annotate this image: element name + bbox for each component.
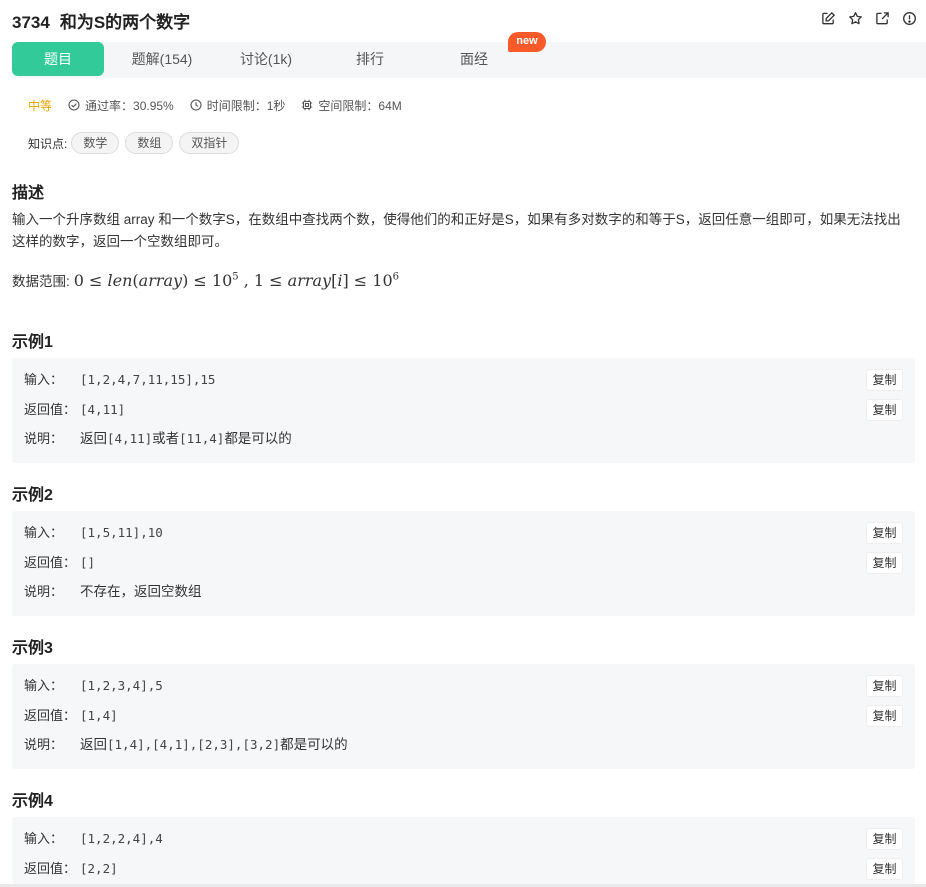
example-input: [1,2,4,7,11,15],15 [80,372,216,387]
time-limit: 时间限制：1秒 [206,98,286,113]
problem-number: 3734 [12,13,50,32]
example-output-row: 返回值： [4,11] [24,400,125,420]
space-limit: 空间限制：64M [318,98,402,113]
explain-label: 说明： [24,431,64,446]
example-3-box: 输入： [1,2,3,4],5 复制 返回值： [1,4] 复制 说明： 返回[1,4… [12,664,915,769]
output-label: 返回值： [24,708,77,723]
knowledge-tags: 知识点: 数学 数组 双指针 [28,132,245,154]
memory-icon [302,99,313,111]
example-input: [1,2,3,4],5 [80,678,163,693]
example-explain: 返回[1,4],[4,1],[2,3],[3,2]都是可以的 [80,737,348,752]
range-formula: 0 ≤ len(array) ≤ 105 , 1 ≤ array[i] ≤ 10… [73,271,400,290]
example-explain-row: 说明： 返回[4,11]或者[11,4]都是可以的 [24,429,292,449]
tag-two-pointers[interactable]: 双指针 [179,132,240,154]
example-1-title: 示例1 [12,334,53,351]
clock-icon [190,99,202,111]
example-1-box: 输入： [1,2,4,7,11,15],15 复制 返回值： [4,11] 复制 说… [12,358,915,463]
example-2-box: 输入： [1,5,11],10 复制 返回值：[] 复制 说明： 不存在，返回空数组 [12,511,915,616]
input-label: 输入： [24,372,64,387]
tab-problem[interactable]: 题目 [12,42,104,76]
example-output: [4,11] [80,402,126,417]
info-icon[interactable] [901,10,918,27]
header-actions [820,10,918,27]
problem-title: 3734 和为S的两个数字 [12,8,190,33]
copy-input-button[interactable]: 复制 [867,829,902,849]
tab-discussion[interactable]: 讨论(1k) [224,42,308,76]
example-output-row: 返回值：[] [24,553,95,573]
edit-icon[interactable] [820,10,837,27]
example-output: [2,2] [80,861,118,876]
copy-output-button[interactable]: 复制 [867,553,902,573]
new-badge: new [508,32,546,52]
example-4-title: 示例4 [12,793,53,810]
example-explain-row: 说明： 返回[1,4],[4,1],[2,3],[3,2]都是可以的 [24,735,348,755]
example-output: [] [80,555,96,570]
example-input-row: 输入： [1,5,11],10 [24,523,163,543]
example-explain-row: 说明： 不存在，返回空数组 [24,582,202,602]
output-label: 返回值： [24,861,77,876]
description-heading: 描述 [12,185,45,202]
tab-ranking[interactable]: 排行 [328,42,412,76]
tag-math[interactable]: 数学 [71,132,120,154]
range-label: 数据范围: [12,274,70,289]
input-label: 输入： [24,678,64,693]
example-input-row: 输入： [1,2,4,7,11,15],15 [24,370,215,390]
input-label: 输入： [24,831,64,846]
copy-output-button[interactable]: 复制 [867,859,902,879]
example-2-title: 示例2 [12,487,53,504]
example-explain: 返回[4,11]或者[11,4]都是可以的 [80,431,292,446]
copy-input-button[interactable]: 复制 [867,676,902,696]
knowledge-label: 知识点: [28,136,68,151]
problem-meta: 中等 通过率：30.95% 时间限制：1秒 空间限制：64M [28,97,418,113]
star-icon[interactable] [847,10,864,27]
problem-name: 和为S的两个数字 [59,13,191,32]
pass-rate: 通过率：30.95% [85,98,174,113]
tab-interview[interactable]: 面经 [432,42,516,76]
output-label: 返回值： [24,555,77,570]
explain-label: 说明： [24,584,64,599]
example-input: [1,2,2,4],4 [80,831,163,846]
problem-header: 3734 和为S的两个数字 [12,8,918,34]
example-output-row: 返回值： [1,4] [24,706,118,726]
data-range: 数据范围: 0 ≤ len(array) ≤ 105 , 1 ≤ array[i… [12,270,399,290]
tab-bar: 题目 题解(154) 讨论(1k) 排行 面经 new [12,32,926,78]
example-input-row: 输入： [1,2,2,4],4 [24,829,163,849]
tag-array[interactable]: 数组 [125,132,174,154]
share-icon[interactable] [874,10,891,27]
example-output-row: 返回值： [2,2] [24,859,118,879]
tab-solutions[interactable]: 题解(154) [118,42,206,76]
check-circle-icon [68,99,80,111]
example-output: [1,4] [80,708,118,723]
copy-output-button[interactable]: 复制 [867,706,902,726]
copy-input-button[interactable]: 复制 [867,523,902,543]
example-input-row: 输入： [1,2,3,4],5 [24,676,163,696]
description-text: 输入一个升序数组 array 和一个数字S，在数组中查找两个数，使得他们的和正好… [12,212,901,249]
difficulty-label: 中等 [28,98,53,113]
example-3-title: 示例3 [12,640,53,657]
example-input: [1,5,11],10 [80,525,163,540]
explain-label: 说明： [24,737,64,752]
example-4-box: 输入： [1,2,2,4],4 复制 返回值： [2,2] 复制 [12,817,915,884]
input-label: 输入： [24,525,64,540]
copy-input-button[interactable]: 复制 [867,370,902,390]
copy-output-button[interactable]: 复制 [867,400,902,420]
output-label: 返回值： [24,402,77,417]
example-explain: 不存在，返回空数组 [80,584,202,599]
